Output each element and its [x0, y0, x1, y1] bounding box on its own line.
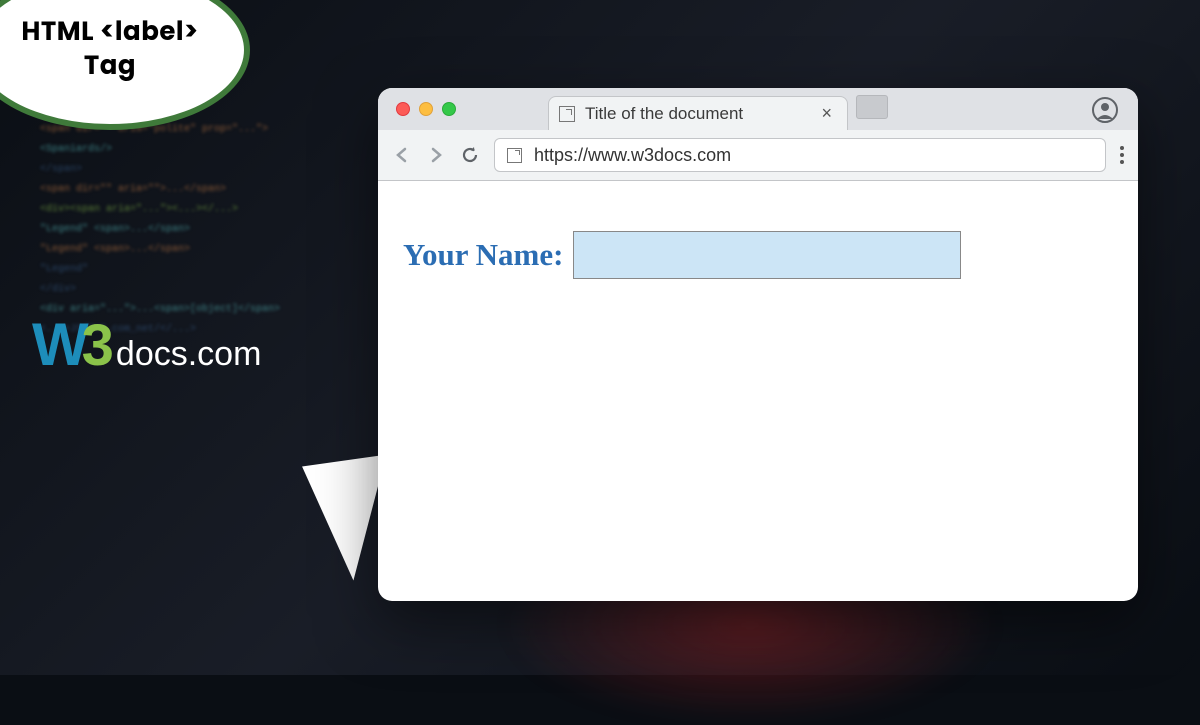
address-bar: https://www.w3docs.com: [378, 130, 1138, 180]
browser-window: Title of the document ×: [378, 88, 1138, 601]
logo-com: .com: [188, 335, 262, 374]
file-icon: [559, 106, 575, 122]
url-input[interactable]: https://www.w3docs.com: [494, 138, 1106, 172]
logo-3: 3: [82, 312, 114, 379]
tab-title: Title of the document: [585, 104, 811, 124]
close-tab-button[interactable]: ×: [821, 103, 832, 124]
name-input[interactable]: [573, 231, 961, 279]
new-tab-button[interactable]: [856, 95, 888, 119]
w3docs-logo: W 3 docs .com: [32, 310, 261, 379]
back-button[interactable]: [392, 145, 412, 165]
code-lines-decoration: <span dir="" aria="polite" prop="..."> <…: [40, 120, 280, 340]
profile-icon[interactable]: [1092, 97, 1118, 123]
form-row: Your Name:: [403, 231, 1113, 279]
menu-button[interactable]: [1120, 146, 1124, 164]
close-window-button[interactable]: [396, 102, 410, 116]
tab-bar: Title of the document ×: [378, 88, 1138, 130]
maximize-window-button[interactable]: [442, 102, 456, 116]
browser-tab[interactable]: Title of the document ×: [548, 96, 848, 130]
logo-w: W: [32, 310, 86, 379]
url-text: https://www.w3docs.com: [534, 145, 731, 166]
browser-chrome: Title of the document ×: [378, 88, 1138, 181]
minimize-window-button[interactable]: [419, 102, 433, 116]
logo-docs: docs: [116, 335, 188, 374]
page-icon: [507, 148, 522, 163]
title-text: HTML <label> Tag: [21, 16, 198, 84]
reload-button[interactable]: [460, 145, 480, 165]
forward-button[interactable]: [426, 145, 446, 165]
traffic-lights: [396, 102, 456, 116]
page-content: Your Name:: [378, 181, 1138, 329]
name-label[interactable]: Your Name:: [403, 237, 563, 273]
